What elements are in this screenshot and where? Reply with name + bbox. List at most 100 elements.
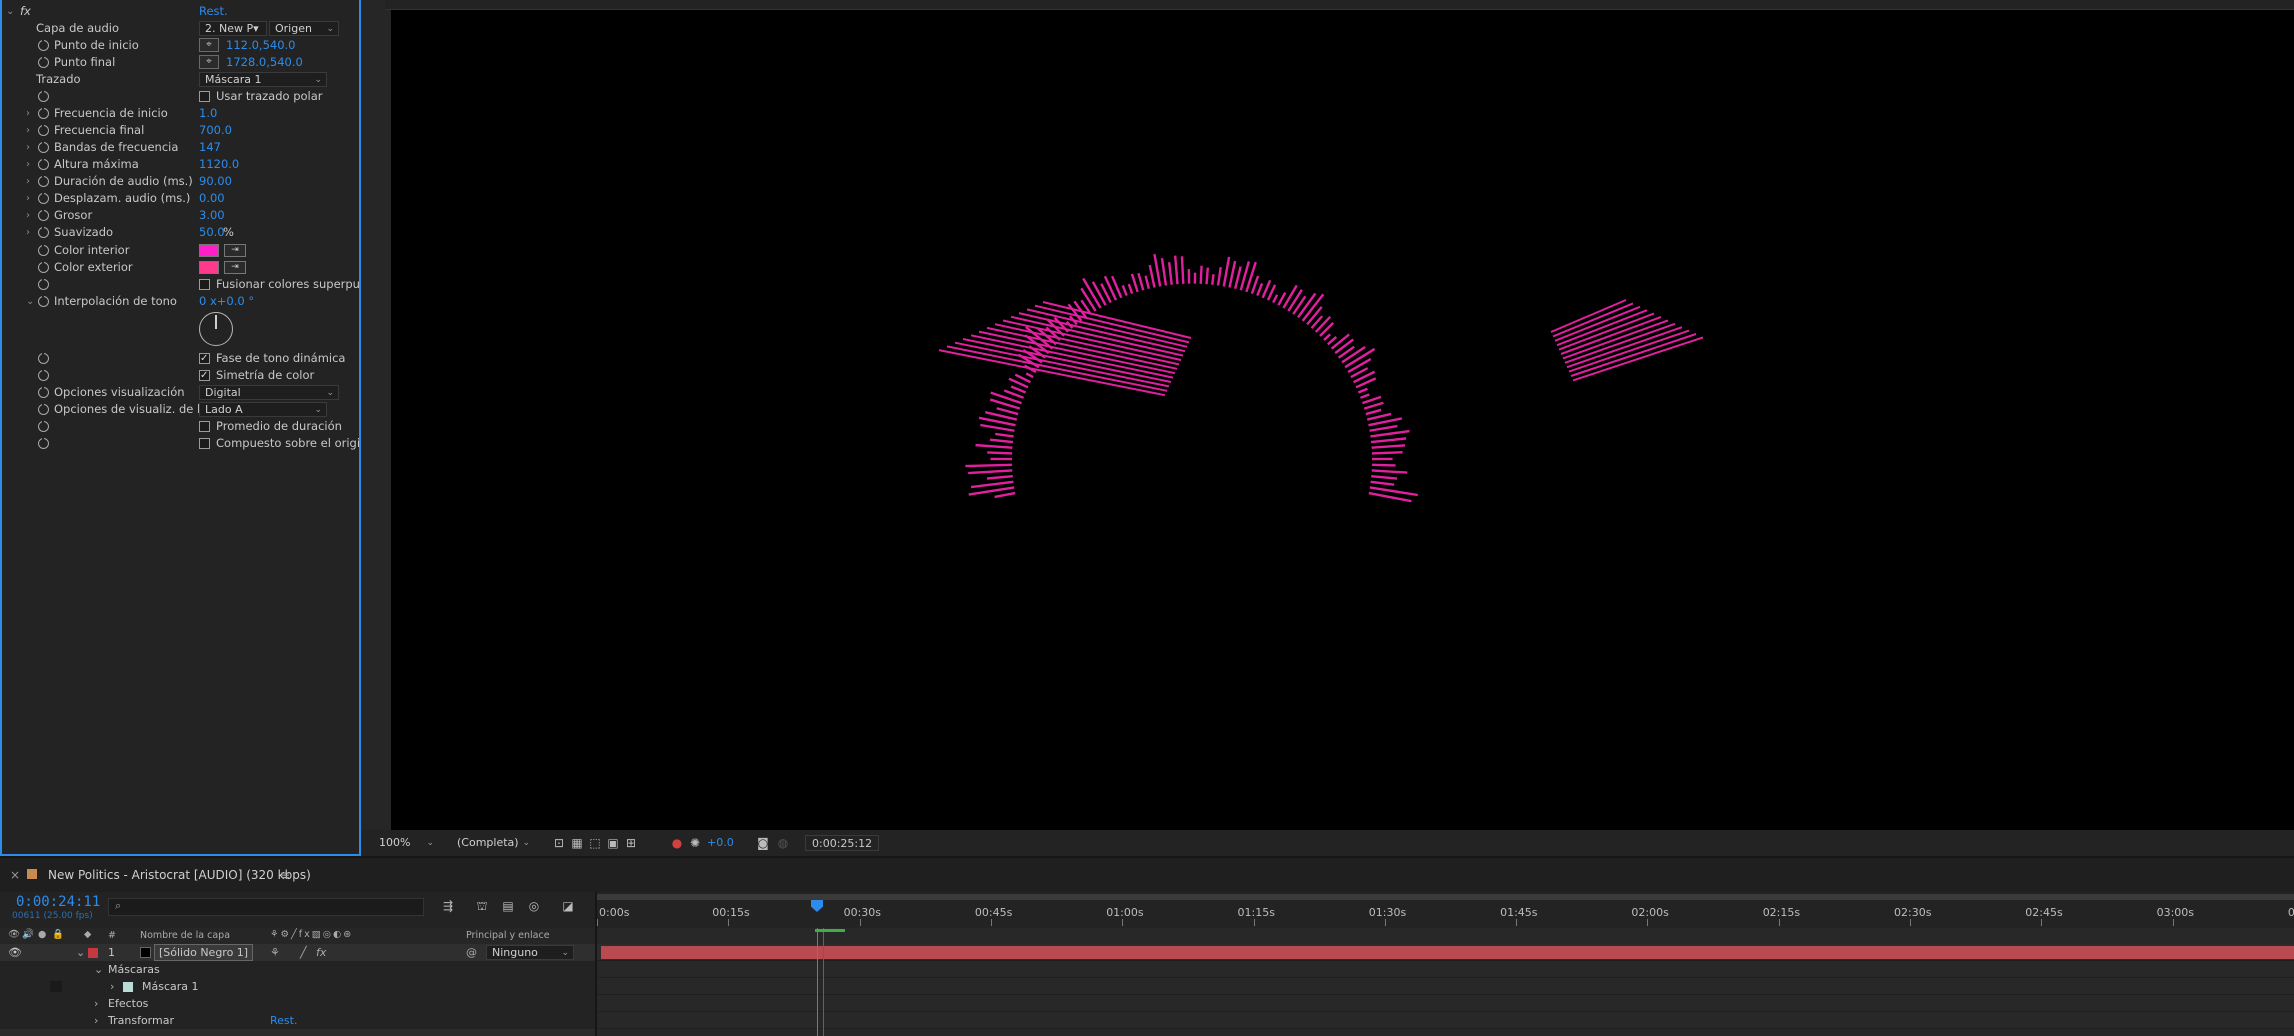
time-ruler[interactable]: 0:00s 00:15s 00:30s 00:45s 01:00s 01:15s 01:30… [597, 892, 2294, 928]
col-layer-name[interactable]: Nombre de la capa [140, 930, 230, 941]
region-of-interest-icon[interactable]: ⊡ [551, 835, 567, 851]
mask-color[interactable] [123, 982, 133, 992]
stopwatch-icon[interactable] [38, 89, 49, 102]
composite-checkbox[interactable] [199, 438, 210, 449]
close-icon[interactable]: × [10, 868, 20, 882]
eyedropper-icon[interactable]: ⇥ [224, 261, 246, 274]
parent-dropdown[interactable]: Ninguno ⌄ [486, 945, 574, 960]
draft-3d-icon[interactable]: ⛫ [474, 898, 490, 914]
expand-icon[interactable]: › [26, 190, 36, 207]
stopwatch-icon[interactable] [38, 243, 49, 256]
stopwatch-icon[interactable] [38, 106, 49, 119]
inner-color-swatch[interactable] [199, 244, 219, 257]
stopwatch-icon[interactable] [38, 402, 49, 415]
layer-search-input[interactable]: ⌕ [108, 898, 424, 916]
param-value[interactable]: 700.0 [199, 122, 232, 139]
snapshot-icon[interactable]: ◙ [755, 835, 771, 851]
expand-icon[interactable]: › [26, 224, 36, 241]
effects-row[interactable]: › Efectos [0, 995, 595, 1012]
stopwatch-icon[interactable] [38, 191, 49, 204]
layer-row[interactable]: 👁 ⌄ 1 [Sólido Negro 1] ⚘ ╱ fx @ Ninguno ⌄ [0, 944, 595, 961]
expand-icon[interactable]: › [94, 1012, 98, 1029]
masks-row[interactable]: ⌄ Máscaras [0, 961, 595, 978]
stopwatch-icon[interactable] [38, 436, 49, 449]
menu-icon[interactable]: ≡ [280, 868, 290, 882]
safe-margins-icon[interactable]: ▣ [605, 835, 621, 851]
collapse-icon[interactable]: ⌄ [26, 293, 36, 310]
collapse-icon[interactable]: ⌄ [6, 3, 16, 20]
graph-editor-icon[interactable]: ◪ [560, 898, 576, 914]
param-value[interactable]: 0.00 [199, 190, 225, 207]
solo-icon[interactable]: ● [38, 929, 46, 940]
expand-icon[interactable]: › [94, 995, 98, 1012]
shy-layers-icon[interactable]: ▤ [500, 898, 516, 914]
reset-link[interactable]: Rest. [199, 3, 228, 20]
label-icon[interactable]: ◆ [84, 929, 91, 940]
current-time[interactable]: 0:00:24:11 [16, 894, 100, 910]
param-value[interactable]: 1.0 [199, 105, 217, 122]
grid-icon[interactable]: ⊞ [623, 835, 639, 851]
stopwatch-icon[interactable] [38, 351, 49, 364]
stopwatch-icon[interactable] [38, 140, 49, 153]
comp-tab-title[interactable]: New Politics - Aristocrat [AUDIO] (320 k… [48, 868, 311, 882]
next-layer-row[interactable] [0, 1029, 595, 1036]
blend-colors-checkbox[interactable] [199, 279, 210, 290]
layer-duration-bar[interactable] [601, 946, 2294, 959]
exposure-reset-icon[interactable]: ✺ [687, 835, 703, 851]
stopwatch-icon[interactable] [38, 123, 49, 136]
crosshair-icon[interactable]: ⌖ [199, 55, 219, 69]
eyedropper-icon[interactable]: ⇥ [224, 244, 246, 257]
color-symmetry-checkbox[interactable] [199, 367, 210, 384]
expand-icon[interactable]: › [110, 978, 114, 995]
stopwatch-icon[interactable] [38, 174, 49, 187]
stopwatch-icon[interactable] [38, 260, 49, 273]
stopwatch-icon[interactable] [38, 385, 49, 398]
stopwatch-icon[interactable] [38, 208, 49, 221]
exposure-value[interactable]: +0.0 [707, 835, 734, 851]
fx-switch-icon[interactable]: fx [316, 944, 326, 961]
shy-switch-icon[interactable]: ⚘ [270, 944, 280, 961]
path-dropdown[interactable]: Máscara 1 ⌄ [199, 72, 327, 87]
stopwatch-icon[interactable] [38, 225, 49, 238]
quality-switch-icon[interactable]: ╱ [300, 944, 307, 961]
stopwatch-icon[interactable] [38, 277, 49, 290]
param-value[interactable]: 90.00 [199, 173, 232, 190]
stopwatch-icon[interactable] [38, 55, 49, 68]
stopwatch-icon[interactable] [38, 294, 49, 307]
pick-whip-icon[interactable]: @ [466, 944, 477, 961]
playhead-handle[interactable] [811, 900, 823, 912]
audio-source-dropdown[interactable]: Origen ⌄ [269, 21, 339, 36]
transform-row[interactable]: › Transformar Rest. [0, 1012, 595, 1029]
timeline-tracks[interactable] [597, 928, 2294, 1036]
expand-icon[interactable]: › [26, 156, 36, 173]
audio-icon[interactable]: 🔊 [22, 929, 34, 940]
end-point-value[interactable]: 1728.0,540.0 [226, 54, 303, 71]
mask-visibility-icon[interactable]: ⬚ [587, 835, 603, 851]
work-area-bar[interactable] [597, 894, 2294, 900]
transform-reset-link[interactable]: Rest. [270, 1012, 297, 1029]
channel-icon[interactable]: ● [669, 835, 685, 851]
label-color[interactable] [88, 948, 98, 958]
eye-icon[interactable]: 👁 [8, 944, 22, 961]
comp-flowchart-icon[interactable]: ⇶ [440, 898, 456, 914]
param-value[interactable]: 147 [199, 139, 221, 156]
collapse-icon[interactable]: ⌄ [76, 944, 85, 961]
expand-icon[interactable]: › [26, 105, 36, 122]
audio-layer-dropdown[interactable]: 2. New P▾ [199, 21, 267, 36]
resolution-dropdown[interactable]: (Completa) ⌄ [451, 835, 535, 851]
zoom-dropdown[interactable]: 100% ⌄ [373, 835, 439, 851]
param-value[interactable]: 50.0 [199, 224, 225, 241]
collapse-icon[interactable]: ⌄ [94, 961, 103, 978]
mask-mode-icon[interactable] [50, 981, 62, 992]
show-snapshot-icon[interactable]: ◍ [775, 835, 791, 851]
crosshair-icon[interactable]: ⌖ [199, 38, 219, 52]
expand-icon[interactable]: › [26, 207, 36, 224]
expand-icon[interactable]: › [26, 173, 36, 190]
avg-duration-checkbox[interactable] [199, 421, 210, 432]
dynamic-hue-checkbox[interactable] [199, 350, 210, 367]
expand-icon[interactable]: › [26, 139, 36, 156]
eye-icon[interactable]: 👁 [8, 929, 20, 940]
display-options-dropdown[interactable]: Digital ⌄ [199, 385, 339, 400]
side-options-dropdown[interactable]: Lado A ⌄ [199, 402, 327, 417]
motion-blur-icon[interactable]: ◎ [526, 898, 542, 914]
